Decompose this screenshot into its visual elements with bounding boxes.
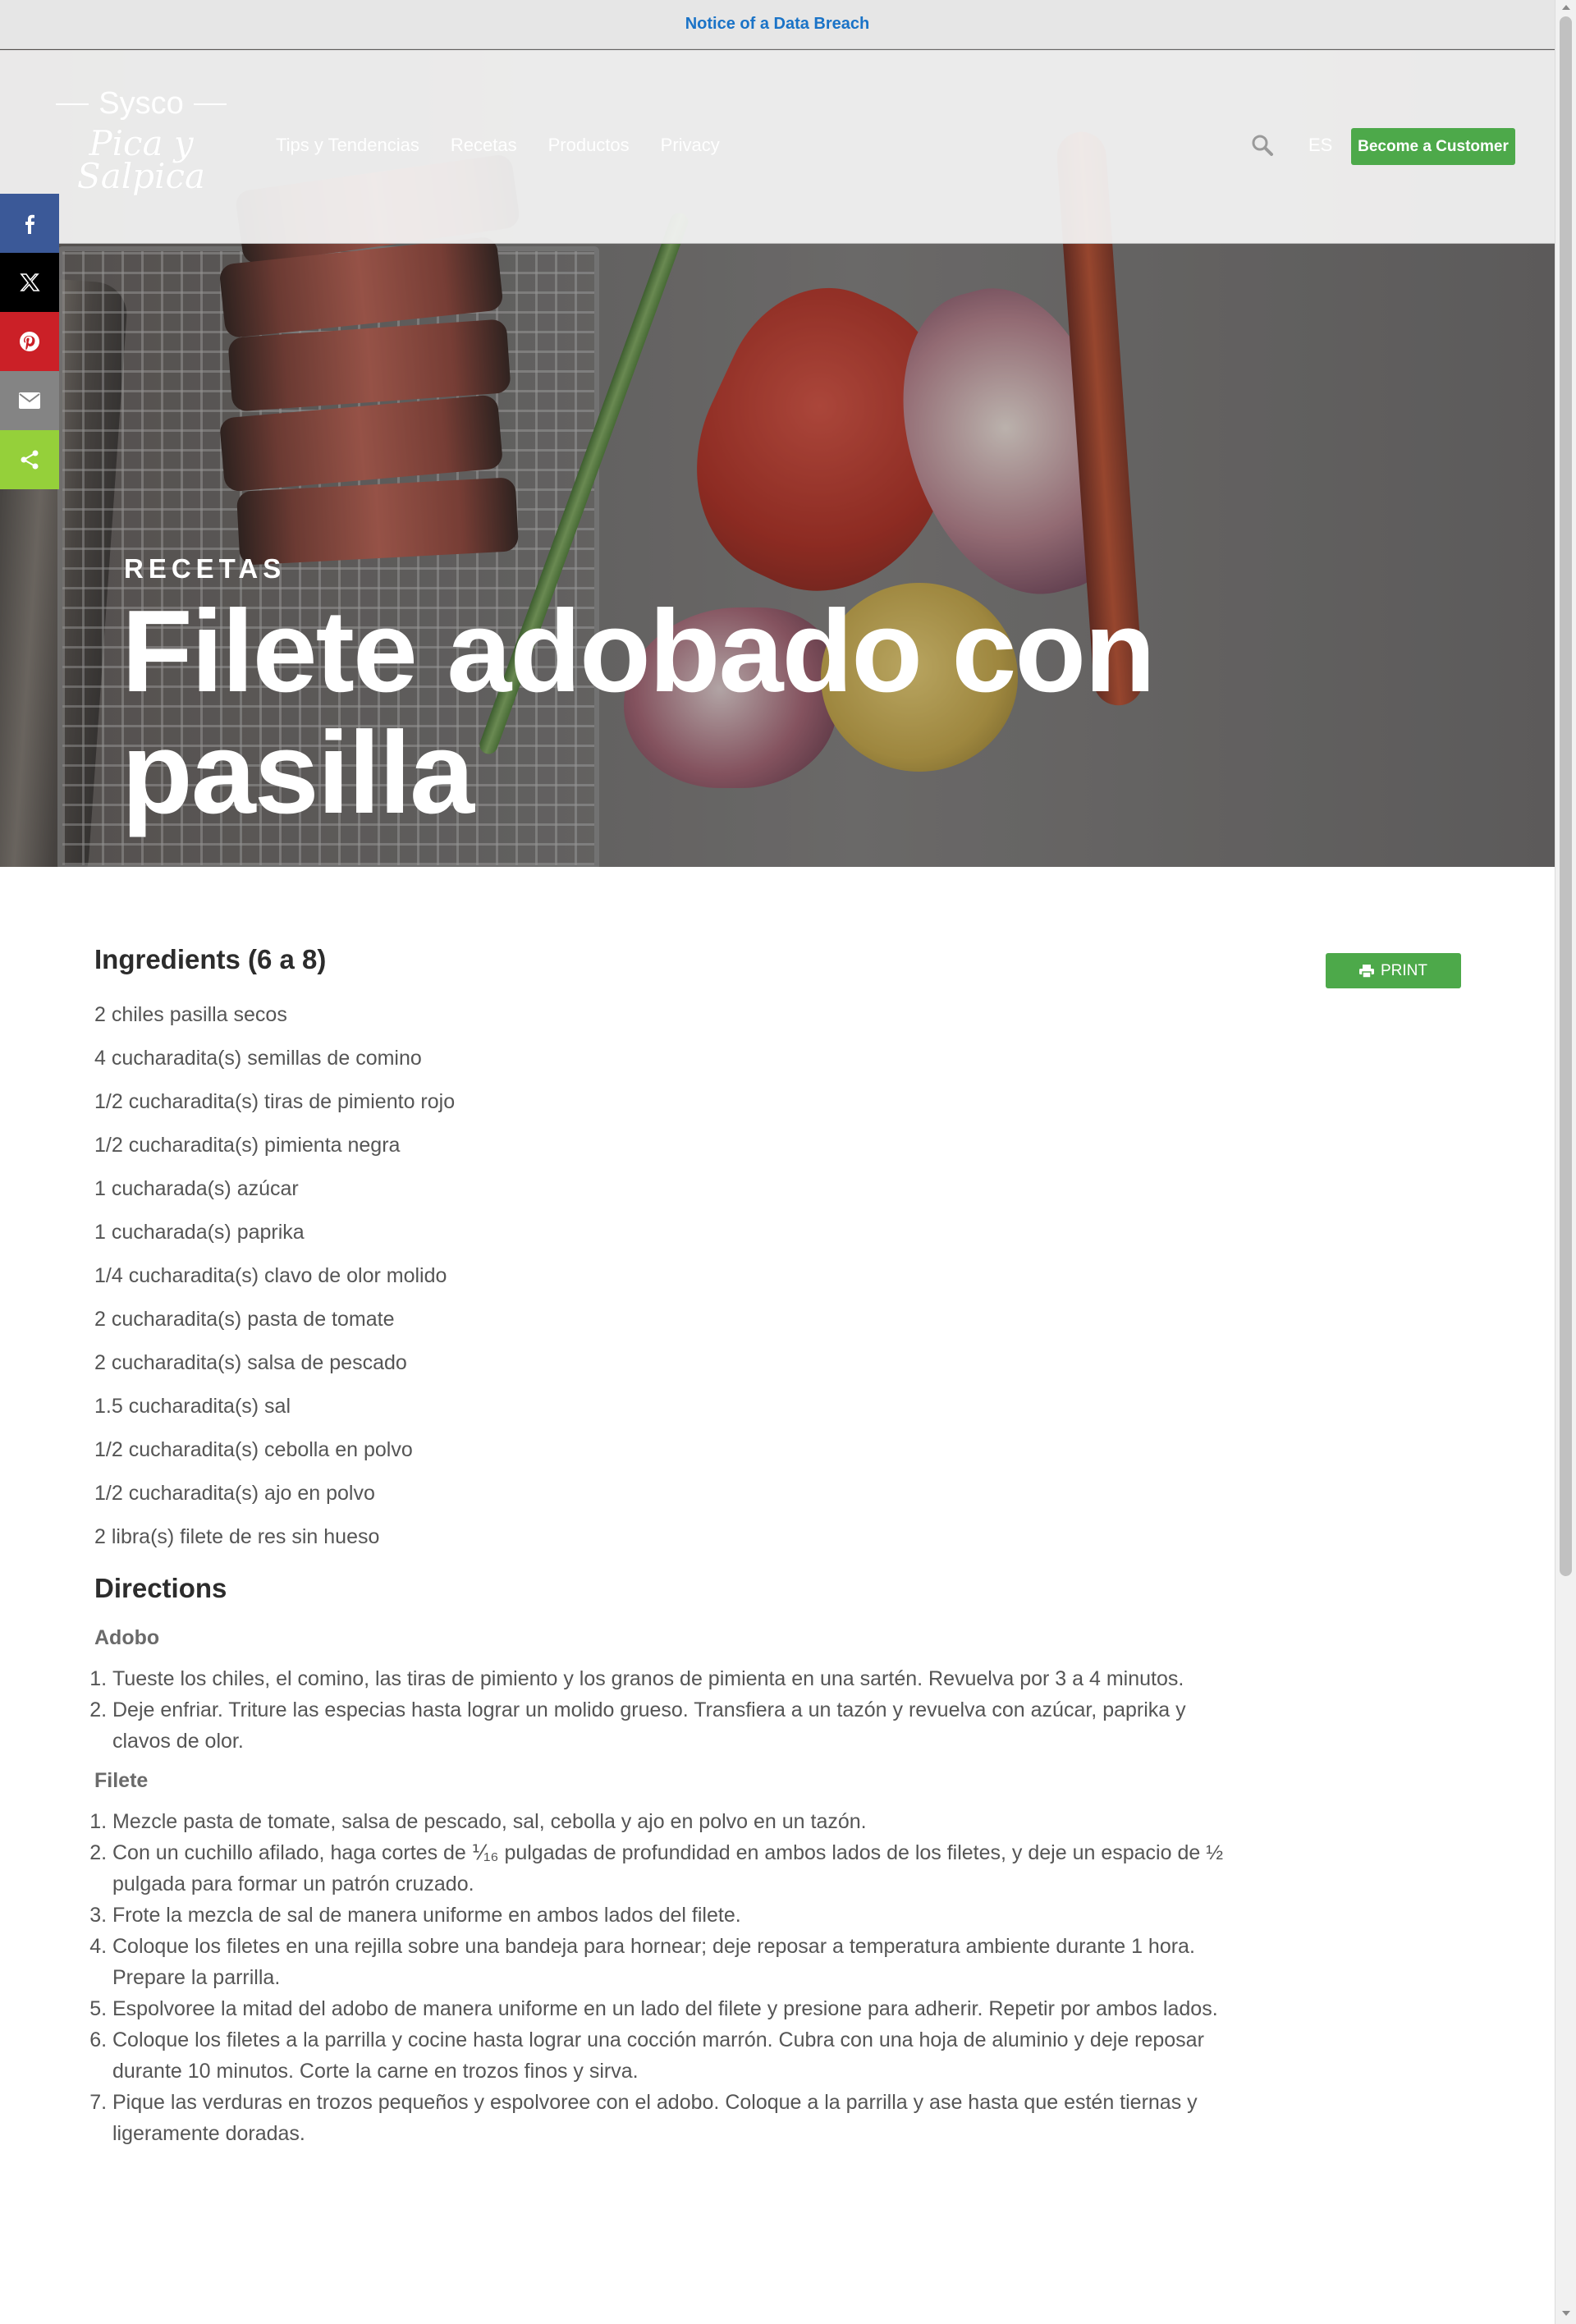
share-icon	[21, 450, 39, 470]
ingredient-item: 1/2 cucharadita(s) pimienta negra	[94, 1134, 401, 1157]
scroll-down-arrow-icon[interactable]	[1562, 2311, 1570, 2316]
direction-step: Con un cuchillo afilado, haga cortes de …	[112, 1837, 1244, 1900]
nav-item-recetas[interactable]: Recetas	[451, 135, 517, 156]
x-share-button[interactable]	[0, 253, 59, 312]
ingredient-item: 1/2 cucharadita(s) tiras de pimiento roj…	[94, 1090, 456, 1113]
ingredient-item: 1 cucharada(s) azúcar	[94, 1177, 299, 1200]
ingredient-item: 1/2 cucharadita(s) ajo en polvo	[94, 1482, 375, 1505]
direction-step: Frote la mezcla de sal de manera uniform…	[112, 1900, 1244, 1931]
nav-item-tips[interactable]: Tips y Tendencias	[276, 135, 419, 156]
facebook-icon	[25, 214, 34, 234]
become-customer-button[interactable]: Become a Customer	[1351, 128, 1515, 165]
language-selector[interactable]: ES	[1308, 135, 1332, 156]
ingredient-item: 2 cucharadita(s) pasta de tomate	[94, 1308, 395, 1331]
main-nav: Tips y Tendencias Recetas Productos Priv…	[276, 135, 720, 156]
scrollbar-thumb[interactable]	[1560, 16, 1572, 1576]
directions-heading: Directions	[94, 1573, 227, 1603]
directions-section-title: Filete	[94, 1769, 149, 1792]
direction-step: Mezcle pasta de tomate, salsa de pescado…	[112, 1806, 1244, 1837]
ingredient-item: 2 chiles pasilla secos	[94, 1003, 287, 1026]
share-button[interactable]	[0, 430, 59, 489]
site-header: Sysco Pica y Salpica Tips y Tendencias R…	[0, 50, 1555, 244]
printer-icon	[1359, 964, 1374, 978]
directions-section-title: Adobo	[94, 1626, 160, 1649]
ingredient-item: 2 cucharadita(s) salsa de pescado	[94, 1351, 407, 1374]
nav-item-privacy[interactable]: Privacy	[661, 135, 720, 156]
ingredients-heading: Ingredients (6 a 8)	[94, 944, 327, 974]
email-share-button[interactable]	[0, 371, 59, 430]
hero-category[interactable]: RECETAS	[124, 553, 286, 584]
print-button[interactable]: PRINT	[1326, 953, 1461, 988]
nav-item-productos[interactable]: Productos	[548, 135, 630, 156]
site-logo[interactable]: Sysco Pica y Salpica	[51, 83, 231, 206]
direction-step: Coloque los filetes a la parrilla y coci…	[112, 2024, 1244, 2087]
ingredient-item: 1.5 cucharadita(s) sal	[94, 1395, 291, 1418]
ingredients-list: 2 chiles pasilla secos 4 cucharadita(s) …	[94, 993, 1490, 1559]
direction-step: Coloque los filetes en una rejilla sobre…	[112, 1931, 1244, 1993]
scroll-up-arrow-icon[interactable]	[1562, 5, 1570, 10]
facebook-share-button[interactable]	[0, 194, 59, 253]
x-icon	[20, 273, 40, 291]
directions-steps: Mezcle pasta de tomate, salsa de pescado…	[94, 1806, 1244, 2149]
ingredient-item: 1 cucharada(s) paprika	[94, 1221, 305, 1244]
recipe-content: Ingredients (6 a 8) PRINT 2 chiles pasil…	[94, 944, 1490, 2149]
logo-wordmark: Sysco	[51, 86, 231, 121]
direction-step: Pique las verduras en trozos pequeños y …	[112, 2087, 1244, 2149]
pinterest-icon	[20, 332, 39, 351]
email-icon	[19, 392, 40, 409]
search-icon[interactable]	[1250, 133, 1275, 158]
data-breach-notice-link[interactable]: Notice of a Data Breach	[685, 15, 870, 34]
page-scrollbar[interactable]	[1555, 0, 1576, 2324]
directions-steps: Tueste los chiles, el comino, las tiras …	[94, 1663, 1244, 1757]
ingredient-item: 1/4 cucharadita(s) clavo de olor molido	[94, 1264, 447, 1287]
ingredient-item: 4 cucharadita(s) semillas de comino	[94, 1047, 422, 1070]
social-share-bar	[0, 194, 59, 489]
pinterest-share-button[interactable]	[0, 312, 59, 371]
page-title: Filete adobado con pasilla	[121, 586, 1156, 838]
logo-script: Pica y Salpica	[76, 123, 206, 196]
notice-bar: Notice of a Data Breach	[0, 0, 1555, 49]
ingredient-item: 1/2 cucharadita(s) cebolla en polvo	[94, 1438, 413, 1461]
ingredient-item: 2 libra(s) filete de res sin hueso	[94, 1525, 380, 1548]
direction-step: Tueste los chiles, el comino, las tiras …	[112, 1663, 1244, 1694]
direction-step: Deje enfriar. Triture las especias hasta…	[112, 1694, 1244, 1757]
direction-step: Espolvoree la mitad del adobo de manera …	[112, 1993, 1244, 2024]
